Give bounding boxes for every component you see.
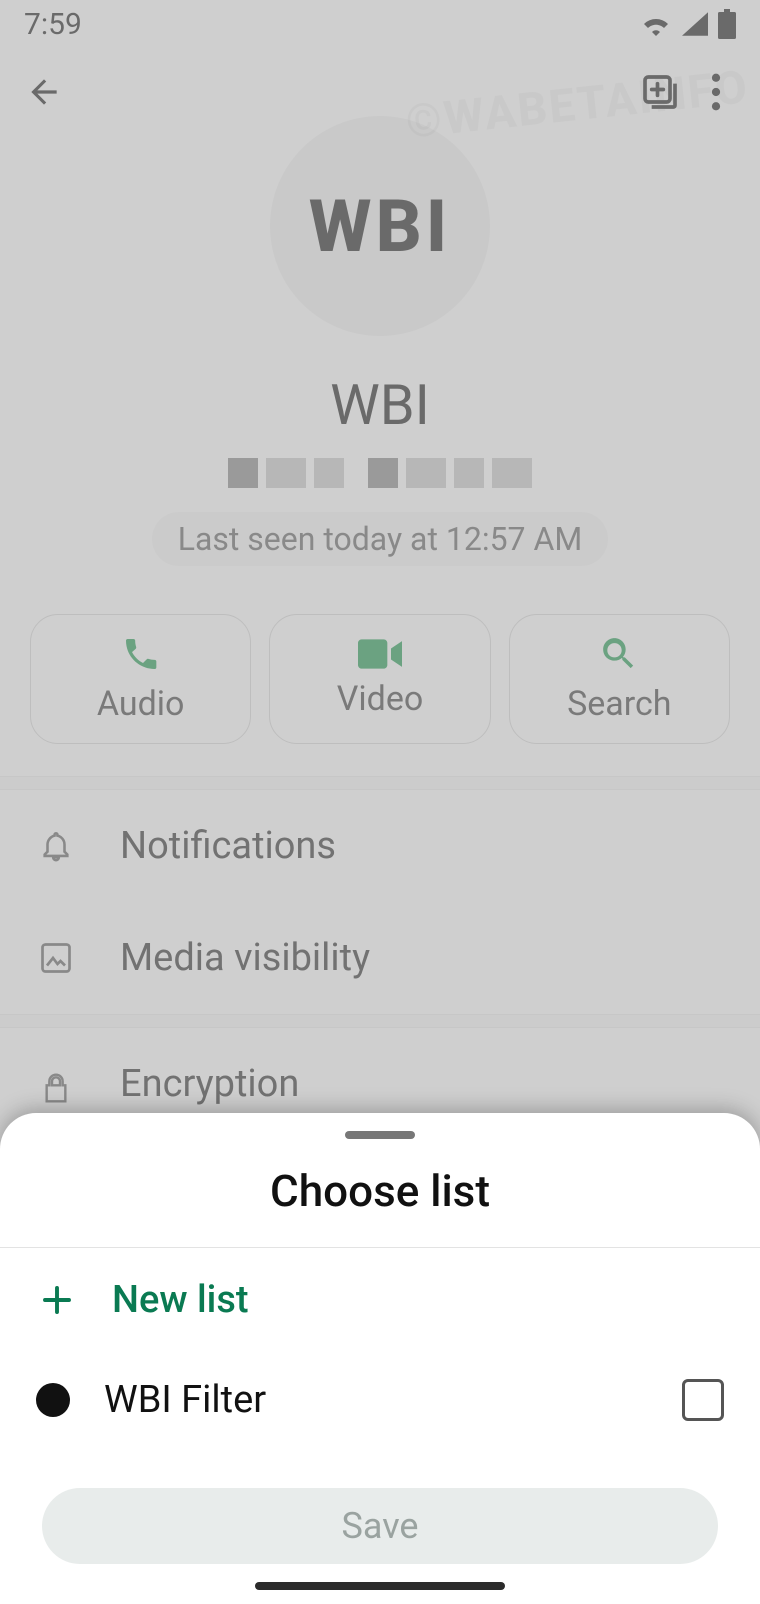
nav-indicator [255,1582,505,1590]
filter-label: WBI Filter [104,1378,648,1422]
filter-row-wbi[interactable]: WBI Filter [0,1352,760,1448]
save-button[interactable]: Save [42,1488,718,1564]
choose-list-sheet: Choose list New list WBI Filter Save ©WA… [0,1113,760,1604]
list-color-dot [36,1383,70,1417]
save-label: Save [342,1505,419,1547]
filter-checkbox[interactable] [682,1379,724,1421]
new-list-label: New list [112,1278,249,1322]
drag-handle[interactable] [345,1131,415,1139]
plus-icon [39,1282,75,1318]
sheet-title: Choose list [0,1165,760,1248]
new-list-button[interactable]: New list [0,1248,760,1352]
